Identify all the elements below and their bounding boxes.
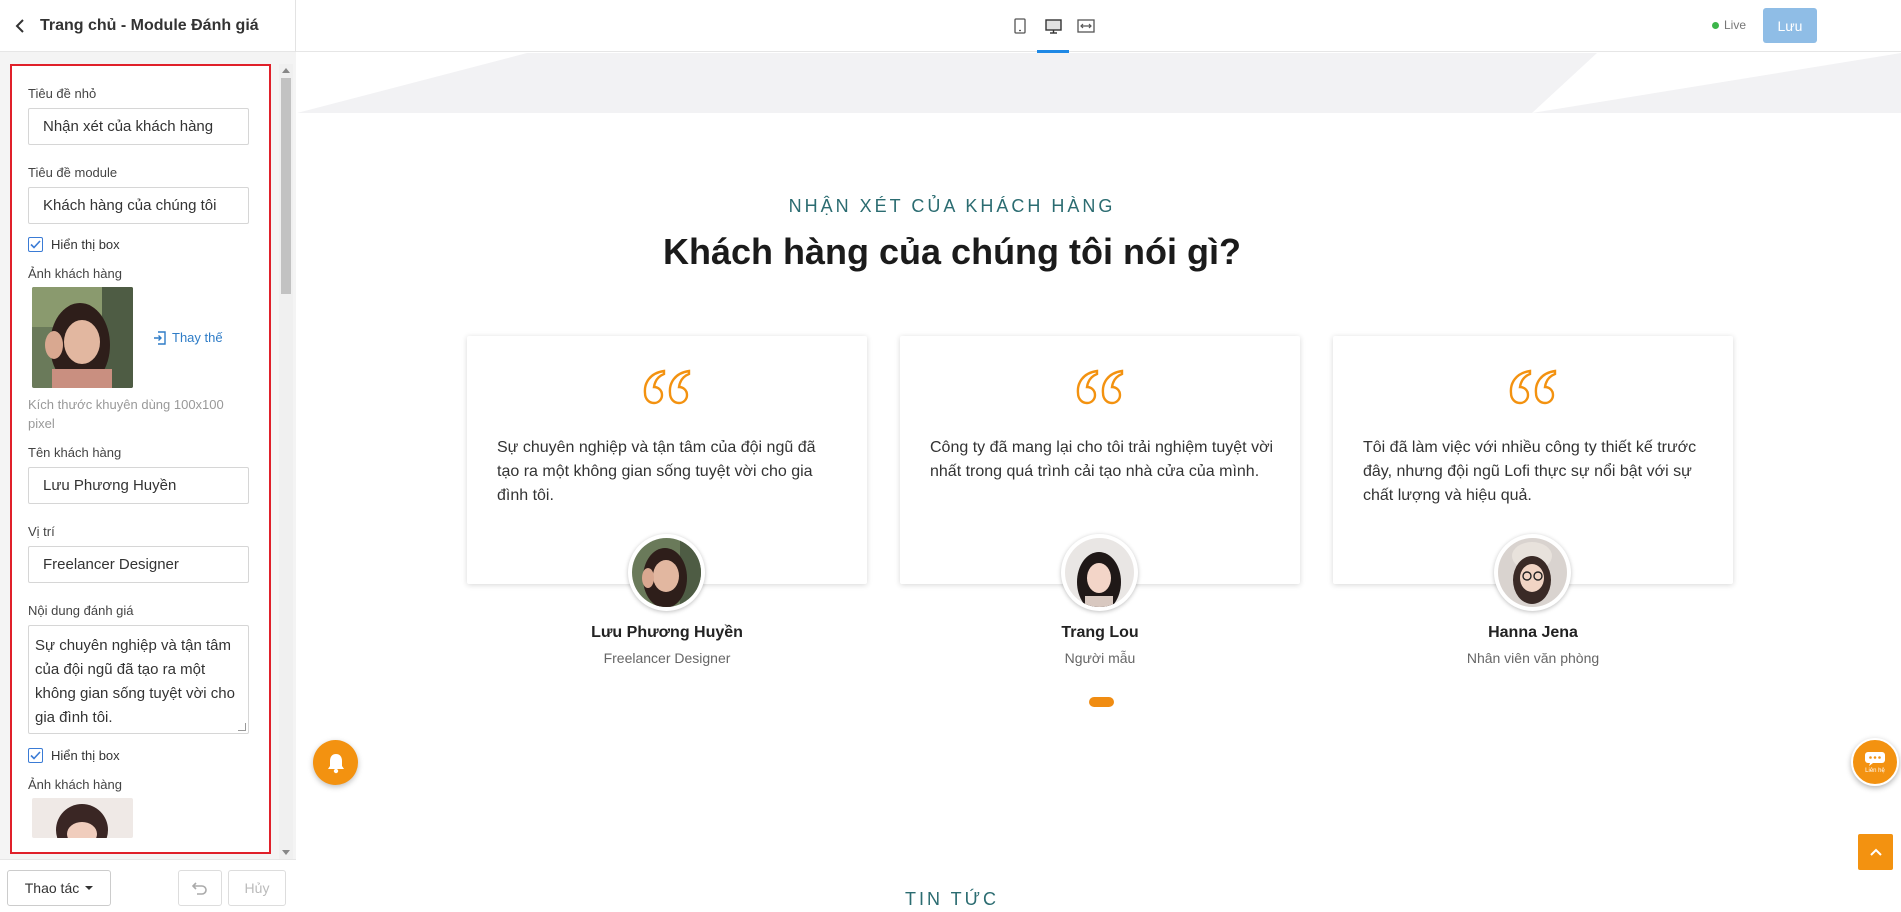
customer-role: Người mẫu — [1064, 650, 1136, 666]
cancel-button[interactable]: Hủy — [228, 870, 286, 906]
show-box-label: Hiển thị box — [51, 237, 120, 252]
actions-label: Thao tác — [24, 880, 80, 896]
bell-icon — [327, 753, 344, 773]
show-box-checkbox-row-2[interactable]: Hiển thị box — [28, 748, 269, 763]
customer-name-input[interactable] — [28, 467, 249, 504]
customer-image-label-2: Ảnh khách hàng — [28, 777, 122, 792]
panel-title: Trang chủ - Module Đánh giá — [40, 16, 259, 34]
caret-down-icon — [85, 886, 94, 890]
check-icon[interactable] — [28, 748, 43, 763]
live-dot-icon — [1712, 21, 1719, 29]
save-button[interactable]: Lưu — [1763, 8, 1817, 43]
section-heading: Khách hàng của chúng tôi nói gì? — [663, 231, 1241, 272]
review-text: Sự chuyên nghiệp và tận tâm của đội ngũ … — [35, 637, 235, 726]
back-to-top-button[interactable] — [1858, 834, 1893, 870]
desktop-icon[interactable] — [1037, 16, 1069, 53]
chat-label: Liên hệ — [1865, 767, 1885, 774]
customer-image-label: Ảnh khách hàng — [28, 266, 122, 281]
panel-header: Trang chủ - Module Đánh giá — [0, 0, 295, 52]
panel-scrollbar[interactable] — [279, 64, 293, 859]
top-toolbar: Live Lưu — [296, 0, 1901, 53]
top-decoration-band — [297, 53, 1901, 113]
panel-footer: Thao tác Hủy — [0, 859, 296, 912]
chat-icon — [1865, 751, 1885, 766]
position-input[interactable] — [28, 546, 249, 583]
module-form: Tiêu đề nhỏ Tiêu đề module Hiển thị box … — [10, 64, 271, 854]
mobile-icon[interactable] — [1010, 16, 1030, 36]
testimonial-text: Sự chuyên nghiệp và tận tâm của đội ngũ … — [497, 439, 816, 504]
quote-icon — [1508, 369, 1558, 410]
image-size-hint: Kích thước khuyên dùng 100x100 pixel — [28, 397, 224, 431]
undo-icon — [192, 882, 207, 895]
avatar — [1494, 534, 1571, 611]
editor-panel: Trang chủ - Module Đánh giá Tiêu đề nhỏ … — [0, 0, 296, 912]
show-box-label-2: Hiển thị box — [51, 748, 120, 763]
customer-image-row: Thay thế — [28, 287, 269, 388]
check-icon[interactable] — [28, 237, 43, 252]
avatar — [1061, 534, 1138, 611]
customer-name: Hanna Jena — [1488, 624, 1578, 641]
module-title-label: Tiêu đề module — [28, 165, 118, 180]
testimonial-text: Tôi đã làm việc với nhiều công ty thiết … — [1363, 439, 1697, 504]
undo-button[interactable] — [178, 870, 222, 906]
panel-body: Tiêu đề nhỏ Tiêu đề module Hiển thị box … — [0, 52, 296, 859]
quote-icon — [1075, 369, 1125, 410]
carousel-dot[interactable] — [1089, 697, 1114, 707]
contact-chat-button[interactable]: Liên hệ — [1851, 738, 1899, 786]
module-title-input[interactable] — [28, 187, 249, 224]
show-box-checkbox-row[interactable]: Hiển thị box — [28, 237, 269, 252]
customer-role: Freelancer Designer — [603, 650, 731, 666]
scroll-up-icon[interactable] — [282, 68, 290, 73]
small-title-input[interactable] — [28, 108, 249, 145]
replace-image-button[interactable]: Thay thế — [153, 330, 223, 345]
customer-name-label: Tên khách hàng — [28, 445, 122, 460]
customer-name: Lưu Phương Huyền — [591, 624, 743, 641]
resize-handle[interactable] — [238, 723, 246, 731]
notification-bell-button[interactable] — [313, 740, 358, 785]
news-section-title: TIN TỨC — [904, 889, 1000, 909]
device-switcher — [1010, 0, 1096, 53]
fullwidth-icon[interactable] — [1076, 16, 1096, 36]
avatar — [628, 534, 705, 611]
scroll-down-icon[interactable] — [282, 850, 290, 855]
replace-label: Thay thế — [172, 330, 223, 345]
customer-role: Nhân viên văn phòng — [1466, 650, 1600, 666]
small-title-label: Tiêu đề nhỏ — [28, 86, 97, 101]
back-arrow-icon[interactable] — [10, 16, 30, 36]
customer-photo-thumbnail[interactable] — [32, 287, 133, 388]
review-label: Nội dung đánh giá — [28, 603, 134, 618]
preview-canvas: NHẬN XÉT CỦA KHÁCH HÀNG Khách hàng của c… — [297, 53, 1901, 912]
scrollbar-thumb[interactable] — [281, 78, 291, 294]
position-label: Vị trí — [28, 524, 55, 539]
live-label: Live — [1724, 18, 1747, 32]
review-textarea[interactable]: Sự chuyên nghiệp và tận tâm của đội ngũ … — [28, 625, 249, 734]
live-status: Live — [1712, 18, 1746, 32]
quote-icon — [642, 369, 692, 410]
section-subtitle: NHẬN XÉT CỦA KHÁCH HÀNG — [788, 196, 1116, 216]
customer-name: Trang Lou — [1061, 624, 1139, 641]
testimonial-text: Công ty đã mang lại cho tôi trải nghiệm … — [930, 439, 1274, 480]
actions-dropdown-button[interactable]: Thao tác — [7, 870, 111, 906]
chevron-up-icon — [1869, 848, 1882, 856]
customer-photo-thumbnail-2[interactable] — [32, 798, 133, 838]
import-icon — [154, 330, 166, 345]
